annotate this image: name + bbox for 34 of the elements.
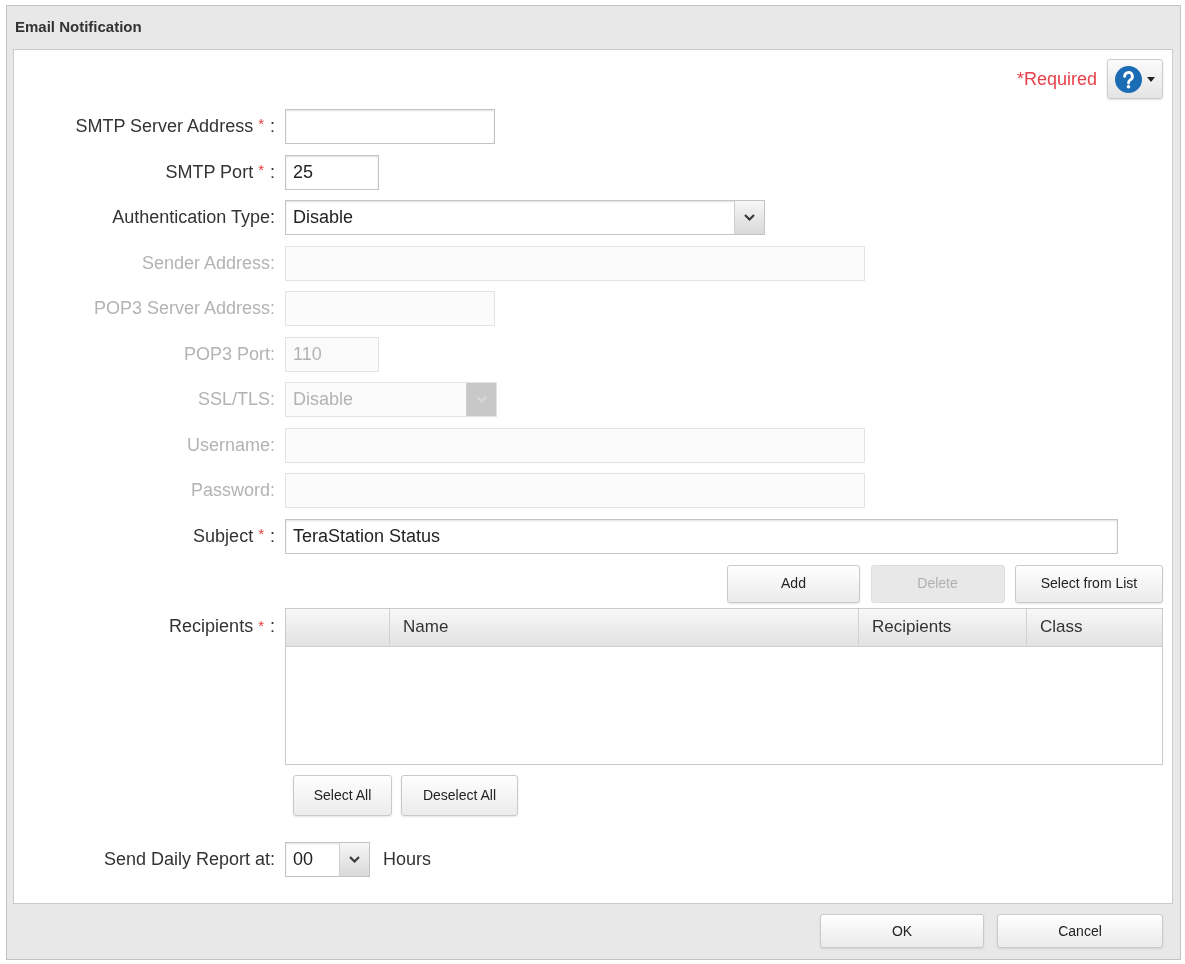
cancel-button[interactable]: Cancel <box>997 914 1163 948</box>
chevron-down-icon <box>744 214 755 221</box>
field-label: Subject * : <box>192 523 275 548</box>
help-button[interactable] <box>1107 59 1163 99</box>
select-from-list-button[interactable]: Select from List <box>1015 564 1163 603</box>
ok-button[interactable]: OK <box>820 914 984 948</box>
select-all-button[interactable]: Select All <box>293 774 392 816</box>
unit-label: Hours <box>383 848 431 871</box>
field-label: SSL/TLS: <box>196 388 275 411</box>
field-label: SMTP Port * : <box>164 159 275 184</box>
text-field[interactable]: TeraStation Status <box>285 518 1118 554</box>
column-header[interactable]: Name <box>390 608 859 646</box>
field-label: SMTP Server Address * : <box>74 114 275 138</box>
add-button[interactable]: Add <box>727 564 860 603</box>
dropdown-field[interactable]: Disable <box>285 200 765 235</box>
dropdown-field[interactable]: 00 <box>285 842 370 877</box>
dialog-title: Email Notification <box>15 17 142 38</box>
field-label: Send Daily Report at: <box>102 848 275 871</box>
chevron-down-icon <box>349 856 360 863</box>
text-field[interactable]: 25 <box>285 154 379 190</box>
field-label: POP3 Server Address: <box>92 297 275 320</box>
field-label: Username: <box>185 433 275 457</box>
column-header[interactable]: Recipients <box>859 608 1027 646</box>
deselect-all-button[interactable]: Deselect All <box>401 774 518 816</box>
field-label: Sender Address: <box>140 251 275 275</box>
field-label: Password: <box>189 479 275 502</box>
field-label: Authentication Type: <box>111 206 275 229</box>
text-field[interactable] <box>285 109 495 144</box>
field-label: Recipients * : <box>168 615 275 638</box>
field-label: POP3 Port: <box>182 342 275 366</box>
help-icon <box>1115 65 1142 93</box>
column-header[interactable]: Class <box>1027 608 1162 646</box>
required-note: *Required <box>1016 67 1097 91</box>
caret-icon <box>1147 76 1155 82</box>
